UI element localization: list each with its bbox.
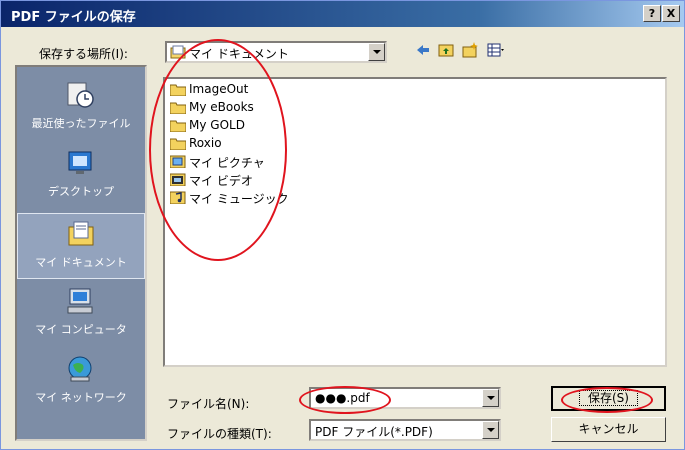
chevron-down-icon[interactable] bbox=[482, 389, 499, 407]
save-location-label: 保存する場所(I): bbox=[39, 47, 128, 61]
pictures-folder-icon bbox=[170, 155, 186, 168]
desktop-icon bbox=[68, 151, 92, 174]
place-label: 最近使ったファイル bbox=[31, 117, 131, 130]
places-bar: 最近使ったファイル デスクトップ マイ ドキュメント マイ コンピュータ マイ … bbox=[15, 65, 147, 441]
save-location-dropdown[interactable]: マイ ドキュメント bbox=[165, 41, 387, 63]
file-name: マイ ミュージック bbox=[189, 192, 289, 206]
file-name: ImageOut bbox=[189, 82, 249, 96]
view-menu-icon[interactable] bbox=[487, 41, 505, 59]
my-network-icon bbox=[68, 356, 92, 382]
place-recent-files[interactable]: 最近使ったファイル bbox=[17, 75, 145, 141]
file-name: Roxio bbox=[189, 136, 222, 150]
file-list[interactable]: ImageOut My eBooks My GOLD Roxio マイ ピクチャ… bbox=[163, 77, 667, 367]
filetype-label: ファイルの種類(T): bbox=[167, 427, 272, 441]
folder-icon bbox=[170, 84, 186, 96]
place-label: マイ ドキュメント bbox=[35, 256, 127, 269]
file-name: マイ ピクチャ bbox=[189, 156, 265, 170]
filename-label: ファイル名(N): bbox=[167, 397, 250, 411]
my-documents-small-icon bbox=[170, 45, 186, 59]
up-folder-icon[interactable] bbox=[437, 41, 455, 59]
file-name: My GOLD bbox=[189, 118, 245, 132]
title-bar[interactable]: PDF ファイルの保存 ? X bbox=[1, 1, 684, 27]
place-label: マイ ネットワーク bbox=[35, 391, 127, 404]
place-my-network[interactable]: マイ ネットワーク bbox=[17, 349, 145, 415]
place-my-computer[interactable]: マイ コンピュータ bbox=[17, 281, 145, 347]
save-pdf-dialog: PDF ファイルの保存 ? X 保存する場所(I): マイ ドキュメント 最近使… bbox=[0, 0, 685, 450]
filetype-value: PDF ファイル(*.PDF) bbox=[315, 425, 433, 439]
video-folder-icon bbox=[170, 173, 186, 186]
save-location-value: マイ ドキュメント bbox=[189, 47, 289, 61]
my-documents-icon bbox=[68, 221, 94, 246]
new-folder-icon[interactable] bbox=[461, 41, 479, 59]
filename-input[interactable]: ●●●.pdf bbox=[309, 387, 501, 409]
filename-value: ●●●.pdf bbox=[315, 391, 370, 405]
place-label: マイ コンピュータ bbox=[35, 323, 127, 336]
folder-icon bbox=[170, 102, 186, 114]
folder-icon bbox=[170, 120, 186, 132]
close-button[interactable]: X bbox=[662, 5, 680, 22]
music-folder-icon bbox=[170, 191, 186, 204]
file-name: マイ ビデオ bbox=[189, 174, 253, 188]
folder-icon bbox=[170, 138, 186, 150]
filetype-dropdown[interactable]: PDF ファイル(*.PDF) bbox=[309, 419, 501, 441]
file-name: My eBooks bbox=[189, 100, 254, 114]
my-computer-icon bbox=[67, 288, 93, 314]
chevron-down-icon[interactable] bbox=[482, 421, 499, 439]
chevron-down-icon[interactable] bbox=[368, 43, 385, 61]
help-button[interactable]: ? bbox=[643, 5, 661, 22]
recent-files-icon bbox=[67, 82, 94, 108]
cancel-button[interactable]: キャンセル bbox=[551, 417, 666, 442]
dialog-title: PDF ファイルの保存 bbox=[11, 10, 136, 25]
place-desktop[interactable]: デスクトップ bbox=[17, 143, 145, 209]
save-button-label: 保存(S) bbox=[579, 390, 638, 406]
place-label: デスクトップ bbox=[48, 185, 114, 198]
save-button[interactable]: 保存(S) bbox=[551, 386, 666, 411]
place-my-documents[interactable]: マイ ドキュメント bbox=[17, 213, 145, 279]
back-arrow-icon[interactable] bbox=[414, 41, 432, 59]
